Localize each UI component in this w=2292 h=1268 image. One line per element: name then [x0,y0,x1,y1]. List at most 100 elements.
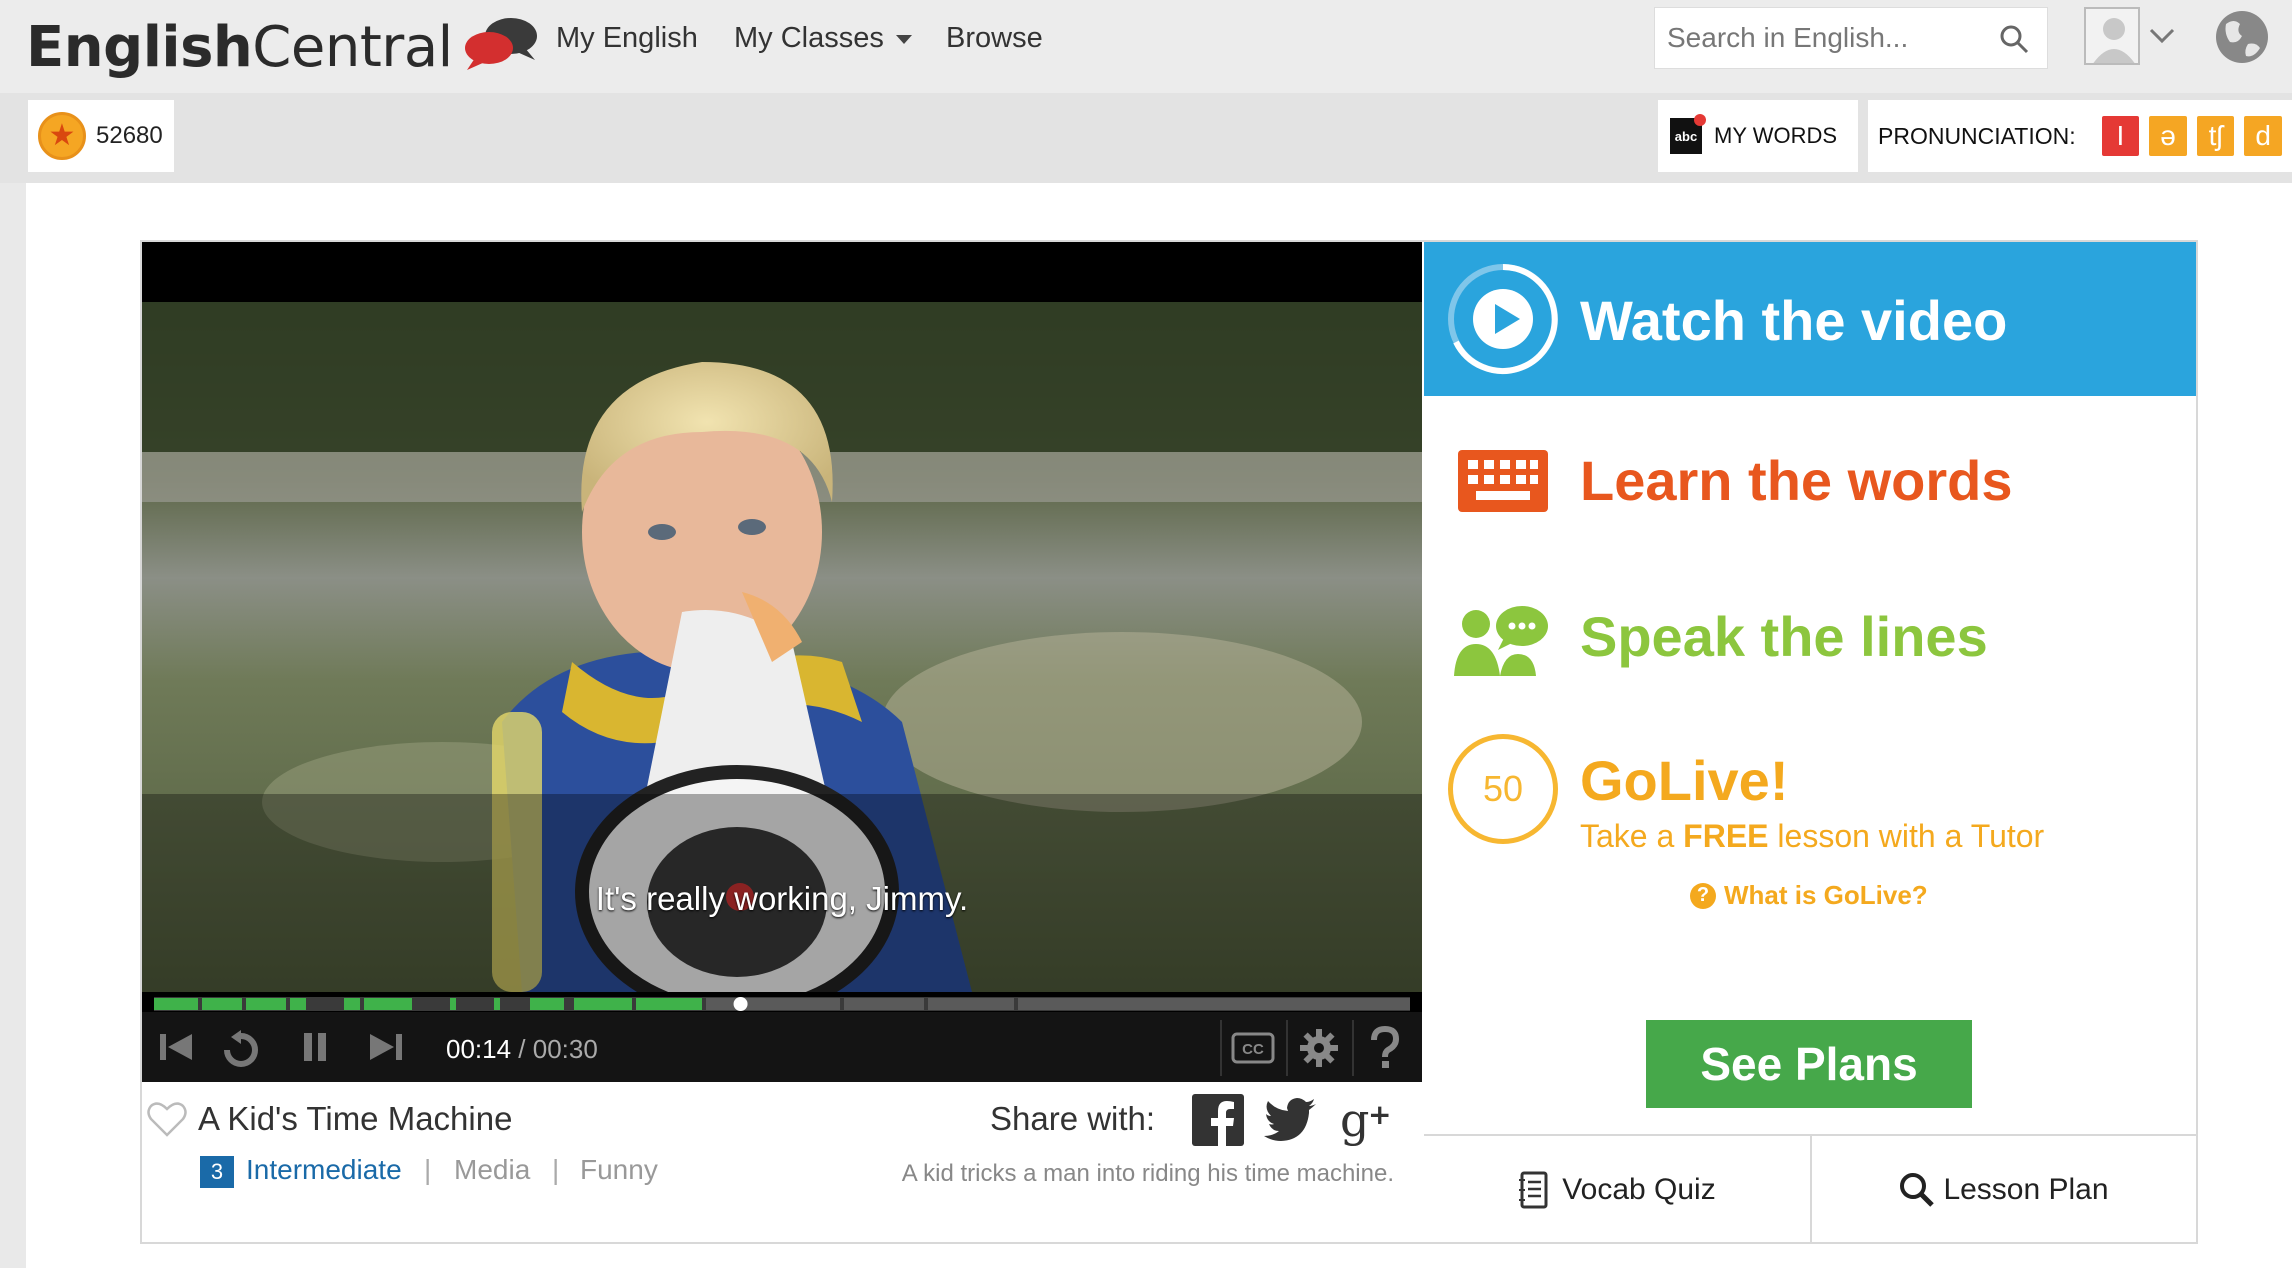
step-learn-words[interactable]: Learn the words [1424,420,2196,540]
progress-segment[interactable] [246,998,286,1010]
next-line-icon[interactable] [366,1030,404,1069]
gear-icon [1300,1029,1338,1067]
progress-segment[interactable] [706,998,840,1010]
user-avatar[interactable] [2084,7,2140,65]
video-controls: 00:14 / 00:30 CC [142,1012,1422,1082]
play-progress-icon [1448,264,1558,374]
divider: | [552,1154,560,1185]
favorite-heart-icon[interactable] [146,1100,188,1143]
progress-segment[interactable] [344,998,360,1010]
svg-text:g: g [1340,1094,1369,1146]
pronunciation-chip[interactable]: ə [2149,116,2187,156]
help-button[interactable] [1352,1020,1416,1076]
previous-line-icon[interactable] [158,1030,196,1069]
my-words-button[interactable]: abc MY WORDS [1658,100,1858,172]
progress-segment[interactable] [290,998,306,1010]
englishcentral-logo[interactable]: EnglishCentral [26,12,549,82]
settings-button[interactable] [1286,1020,1350,1076]
step-speak-label: Speak the lines [1580,605,1988,668]
video-progress-bar[interactable] [154,997,1410,1011]
notebook-icon [1519,1171,1548,1209]
speech-bubbles-icon [459,12,549,82]
twitter-icon[interactable] [1264,1094,1318,1151]
step-learn-label: Learn the words [1580,449,2013,512]
vocab-quiz-label: Vocab Quiz [1562,1173,1716,1206]
nav-my-classes[interactable]: My Classes [734,22,912,55]
lesson-plan-label: Lesson Plan [1943,1173,2109,1206]
progress-segment[interactable] [574,998,632,1010]
logo-text-light: Central [252,14,453,80]
progress-segment[interactable] [450,998,456,1010]
nav-my-english[interactable]: My English [556,22,698,55]
category-funny[interactable]: Funny [580,1154,658,1186]
divider: | [424,1154,432,1185]
logo-text-bold: English [26,14,253,80]
step-speak-lines[interactable]: Speak the lines [1424,576,2196,696]
video-description: A kid tricks a man into riding his time … [901,1160,1394,1187]
progress-segment[interactable] [844,998,924,1010]
pronunciation-bar: PRONUNCIATION: I ə tʃ d [1868,100,2292,172]
nav-my-classes-label: My Classes [734,22,884,54]
chevron-down-icon [895,34,912,44]
progress-segment[interactable] [636,998,702,1010]
closed-captions-icon: CC [1231,1032,1275,1064]
video-player[interactable]: It's really working, Jimmy. 00:14 / 00:3… [142,242,1422,1082]
pause-icon[interactable] [302,1030,328,1069]
progress-segment[interactable] [1018,998,1410,1010]
globe-icon[interactable] [2212,8,2272,71]
vocab-quiz-button[interactable]: Vocab Quiz [1424,1136,1810,1244]
golive-subtitle: Take a FREE lesson with a Tutor [1580,818,2045,854]
progress-segment[interactable] [202,998,242,1010]
question-mark-icon [1371,1026,1400,1068]
progress-segment[interactable] [364,998,412,1010]
time-display: 00:14 / 00:30 [446,1034,598,1065]
progress-segment[interactable] [494,998,500,1010]
svg-text:CC: CC [1242,1041,1264,1058]
abc-icon: abc [1670,114,1706,154]
speaking-people-icon [1454,606,1548,676]
progress-handle[interactable] [733,997,748,1011]
top-navigation-bar: EnglishCentral My English My Classes Bro… [0,0,2292,93]
video-title: A Kid's Time Machine [198,1100,513,1137]
replay-icon[interactable] [220,1030,262,1073]
progress-segment[interactable] [928,998,1014,1010]
nav-browse[interactable]: Browse [946,22,1043,55]
user-silhouette-icon [2086,9,2138,63]
level-number-badge: 3 [200,1156,234,1188]
closed-captions-button[interactable]: CC [1220,1020,1284,1076]
google-plus-icon[interactable]: g + [1340,1093,1394,1151]
svg-text:+: + [1368,1098,1391,1131]
step-watch-video[interactable]: Watch the video [1424,242,2196,396]
search-icon[interactable] [1999,24,2029,59]
what-is-golive-label: What is GoLive? [1724,880,1928,910]
chevron-down-icon[interactable] [2148,26,2176,51]
lesson-plan-button[interactable]: Lesson Plan [1812,1136,2196,1244]
current-time: 00:14 [446,1034,512,1064]
what-is-golive-link[interactable]: ? What is GoLive? [1690,880,1928,911]
level-link[interactable]: Intermediate [246,1154,402,1186]
pronunciation-chip[interactable]: tʃ [2196,116,2235,156]
pronunciation-chip[interactable]: d [2244,116,2283,156]
magnifier-icon [1900,1173,1935,1207]
step-watch-label: Watch the video [1580,289,2008,352]
pronunciation-label: PRONUNCIATION: [1878,122,2076,149]
facebook-icon[interactable] [1192,1094,1244,1151]
share-label: Share with: [990,1100,1156,1137]
golive-title[interactable]: GoLive! [1580,748,1788,813]
search-input[interactable] [1667,22,1987,54]
points-badge[interactable]: ★ 52680 [28,100,174,172]
progress-segment[interactable] [530,998,564,1010]
pronunciation-chip[interactable]: I [2101,116,2140,156]
see-plans-button[interactable]: See Plans [1646,1020,1972,1108]
subtitle-text[interactable]: It's really working, Jimmy. [142,880,1422,918]
lesson-tools: Vocab Quiz Lesson Plan [1424,1134,2196,1244]
progress-track [154,997,1410,1011]
golive-count-badge: 50 [1448,734,1558,844]
category-media[interactable]: Media [454,1154,530,1186]
progress-segment[interactable] [154,998,198,1010]
star-coin-icon: ★ [38,112,86,160]
keyboard-icon [1458,450,1548,512]
time-separator: / [511,1034,533,1064]
question-circle-icon: ? [1690,882,1716,909]
my-words-label: MY WORDS [1714,123,1838,148]
